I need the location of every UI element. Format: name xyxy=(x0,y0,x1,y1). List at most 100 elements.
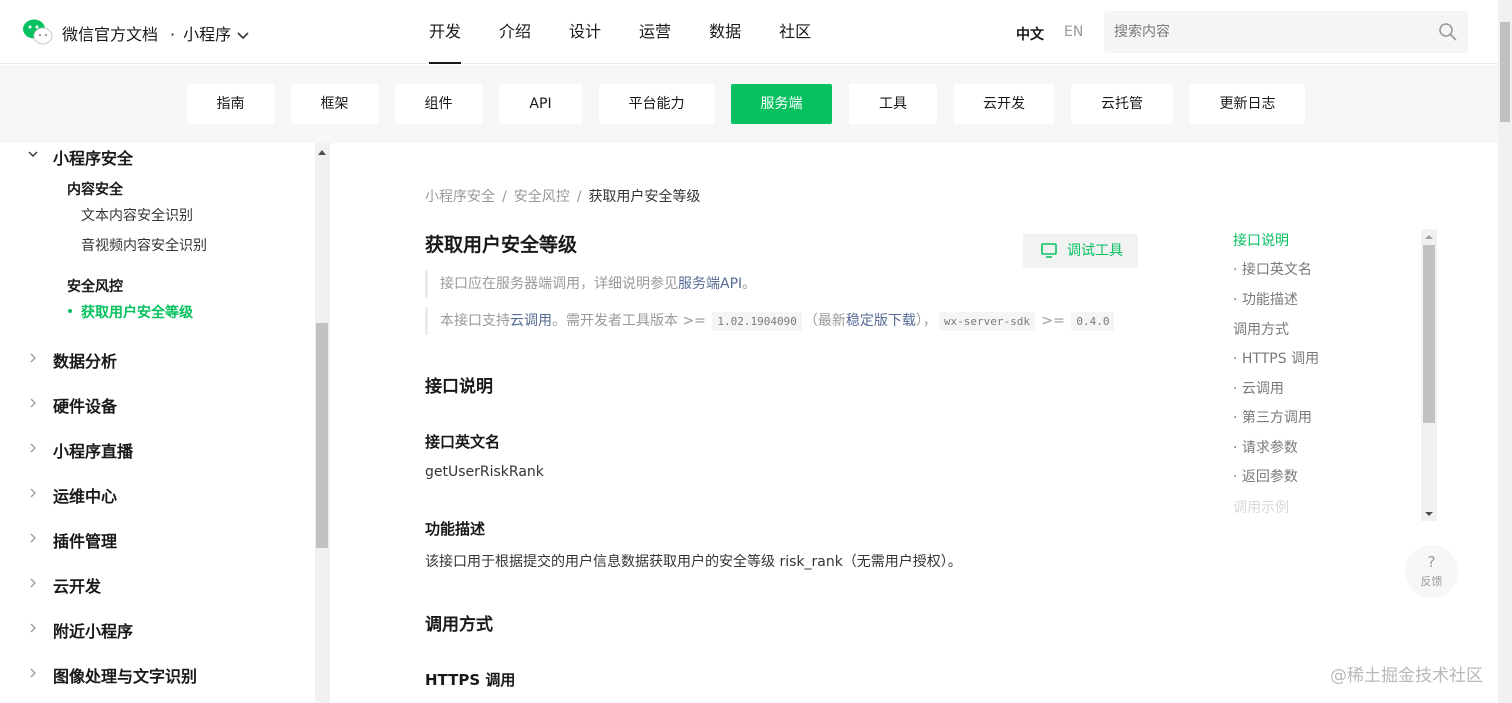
feedback-button[interactable]: ? 反馈 xyxy=(1405,545,1458,598)
note-text: >= xyxy=(1036,313,1070,329)
nav-operations[interactable]: 运营 xyxy=(620,0,690,64)
sidebar-group-nearby[interactable]: 附近小程序 xyxy=(53,618,133,642)
section-call-method: 调用方式 xyxy=(425,615,493,635)
toc-item[interactable]: 接口说明 xyxy=(1233,230,1289,250)
sidebar-scroll-thumb[interactable] xyxy=(316,323,328,548)
search-input[interactable] xyxy=(1104,11,1424,53)
sidebar-group-live[interactable]: 小程序直播 xyxy=(53,438,133,462)
product-switcher[interactable]: 小程序 xyxy=(183,25,231,44)
subnav-cloud-hosting[interactable]: 云托管 xyxy=(1071,84,1173,124)
sidebar-group-hardware[interactable]: 硬件设备 xyxy=(53,393,117,417)
sidebar-group-cloud-dev[interactable]: 云开发 xyxy=(53,573,101,597)
chevron-right-icon[interactable] xyxy=(28,488,38,498)
breadcrumb-item[interactable]: 小程序安全 xyxy=(425,189,495,205)
nav-data[interactable]: 数据 xyxy=(690,0,760,64)
toc-item[interactable]: · 接口英文名 xyxy=(1233,259,1312,279)
chevron-right-icon[interactable] xyxy=(28,623,38,633)
scroll-up-arrow-icon[interactable] xyxy=(318,150,326,155)
note-text: （最新 xyxy=(803,313,846,329)
toc-item[interactable]: · 功能描述 xyxy=(1233,289,1298,309)
breadcrumb-separator: / xyxy=(502,189,507,205)
subnav-server[interactable]: 服务端 xyxy=(731,84,832,124)
note-text: ）， xyxy=(915,313,937,329)
watermark: @稀土掘金技术社区 xyxy=(1330,666,1483,686)
subnav-tools[interactable]: 工具 xyxy=(849,84,937,124)
stable-download-link[interactable]: 稳定版下载 xyxy=(846,313,916,329)
scroll-up-arrow-icon[interactable] xyxy=(1425,235,1433,239)
note-text: 。需开发者工具版本 >= xyxy=(552,313,711,329)
subnav-changelog[interactable]: 更新日志 xyxy=(1190,84,1305,124)
sidebar-group-data-analysis[interactable]: 数据分析 xyxy=(53,348,117,372)
wechat-logo-icon[interactable] xyxy=(22,18,54,46)
toc-item[interactable]: · 返回参数 xyxy=(1233,466,1298,486)
sidebar-item-media-security[interactable]: 音视频内容安全识别 xyxy=(81,235,207,255)
function-desc-text: 该接口用于根据提交的用户信息数据获取用户的安全等级 risk_rank（无需用户… xyxy=(425,554,962,570)
sidebar-item-user-risk-rank[interactable]: 获取用户安全等级 xyxy=(81,302,193,322)
subnav-framework[interactable]: 框架 xyxy=(291,84,378,124)
lang-en[interactable]: EN xyxy=(1064,24,1083,40)
chevron-right-icon[interactable] xyxy=(28,398,38,408)
sidebar-group-ops[interactable]: 运维中心 xyxy=(53,483,117,507)
toc-item[interactable]: · 请求参数 xyxy=(1233,437,1298,457)
sidebar-item-text-security[interactable]: 文本内容安全识别 xyxy=(81,205,193,225)
chevron-down-icon[interactable] xyxy=(28,149,38,159)
subnav-api[interactable]: API xyxy=(499,84,582,124)
search-icon[interactable] xyxy=(1438,22,1458,42)
subnav-platform[interactable]: 平台能力 xyxy=(599,84,714,124)
breadcrumb-separator: / xyxy=(576,189,582,205)
chevron-down-icon[interactable] xyxy=(237,31,249,40)
chevron-right-icon[interactable] xyxy=(28,353,38,363)
nav-community[interactable]: 社区 xyxy=(760,0,830,64)
toc-scroll-thumb[interactable] xyxy=(1423,245,1435,423)
toc-item[interactable]: · 第三方调用 xyxy=(1233,407,1312,427)
subsection-api-name: 接口英文名 xyxy=(425,433,501,451)
page-scroll-thumb[interactable] xyxy=(1500,22,1510,122)
brand[interactable]: 微信官方文档 · 小程序 xyxy=(62,21,249,45)
sidebar-sub-content-security[interactable]: 内容安全 xyxy=(67,179,123,199)
toc-item[interactable]: 调用方式 xyxy=(1233,319,1289,339)
brand-dot: · xyxy=(170,25,176,44)
nav-intro[interactable]: 介绍 xyxy=(480,0,550,64)
toc-item[interactable]: 调用示例 xyxy=(1233,497,1289,517)
toc-item[interactable]: · 云调用 xyxy=(1233,378,1284,398)
top-header: 微信官方文档 · 小程序 开发 介绍 设计 运营 数据 社区 中文 EN xyxy=(0,0,1512,64)
chevron-right-icon[interactable] xyxy=(28,578,38,588)
page-title: 获取用户安全等级 xyxy=(425,234,578,256)
api-name-value: getUserRiskRank xyxy=(425,464,544,480)
subnav-components[interactable]: 组件 xyxy=(395,84,482,124)
debug-tool-label: 调试工具 xyxy=(1067,243,1123,259)
server-api-link[interactable]: 服务端API xyxy=(678,276,742,292)
search-box xyxy=(1104,11,1468,53)
section-interface-desc: 接口说明 xyxy=(425,377,493,397)
lang-zh[interactable]: 中文 xyxy=(1016,24,1044,44)
sdk-version-code: 0.4.0 xyxy=(1071,312,1115,331)
monitor-icon xyxy=(1041,243,1057,258)
sub-nav: 指南 框架 组件 API 平台能力 服务端 工具 云开发 云托管 更新日志 xyxy=(0,65,1498,143)
chevron-right-icon[interactable] xyxy=(28,668,38,678)
subnav-guide[interactable]: 指南 xyxy=(187,84,274,124)
question-icon: ? xyxy=(1427,553,1436,571)
main-nav: 开发 介绍 设计 运营 数据 社区 xyxy=(410,0,830,64)
breadcrumb-item[interactable]: 安全风控 xyxy=(514,189,570,205)
nav-develop[interactable]: 开发 xyxy=(410,0,480,64)
sidebar-group-mp-security[interactable]: 小程序安全 xyxy=(53,145,133,169)
feedback-label: 反馈 xyxy=(1420,575,1443,588)
note-text: 。 xyxy=(742,276,757,292)
subsection-function-desc: 功能描述 xyxy=(425,520,486,538)
subnav-cloud-dev[interactable]: 云开发 xyxy=(954,84,1054,124)
active-bullet-icon xyxy=(68,309,72,313)
version-code: 1.02.1904090 xyxy=(712,312,802,331)
nav-design[interactable]: 设计 xyxy=(550,0,620,64)
chevron-right-icon[interactable] xyxy=(28,533,38,543)
toc-item[interactable]: · HTTPS 调用 xyxy=(1233,348,1319,368)
cloud-call-note: 本接口支持云调用。需开发者工具版本 >= 1.02.1904090 （最新稳定版下… xyxy=(425,307,1116,335)
debug-tool-button[interactable]: 调试工具 xyxy=(1023,234,1138,268)
sidebar-sub-risk-control[interactable]: 安全风控 xyxy=(67,276,123,296)
site-name[interactable]: 微信官方文档 xyxy=(62,25,158,44)
chevron-right-icon[interactable] xyxy=(28,443,38,453)
sidebar-group-image-ocr[interactable]: 图像处理与文字识别 xyxy=(53,663,197,687)
sidebar-group-plugins[interactable]: 插件管理 xyxy=(53,528,117,552)
cloud-call-link[interactable]: 云调用 xyxy=(510,313,552,329)
breadcrumb: 小程序安全 / 安全风控 / 获取用户安全等级 xyxy=(425,186,700,206)
scroll-down-arrow-icon[interactable] xyxy=(1425,512,1433,516)
